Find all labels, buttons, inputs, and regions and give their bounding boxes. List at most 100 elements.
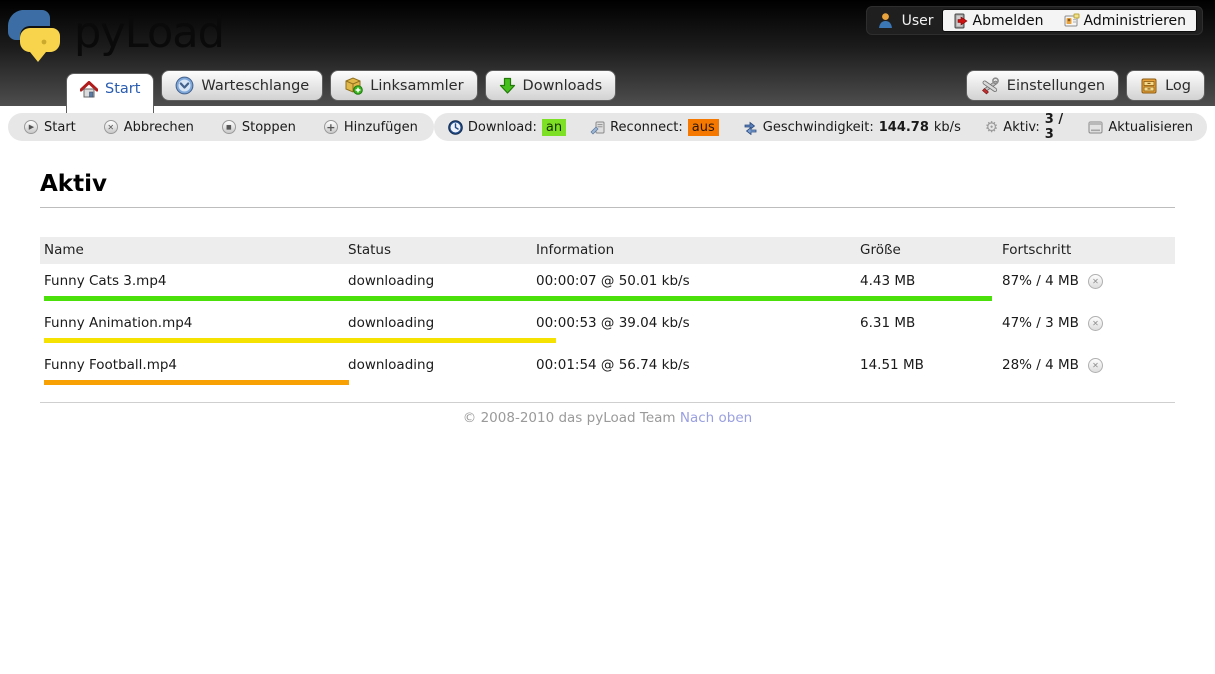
speed-label: Geschwindigkeit:: [763, 120, 874, 135]
table-header-row: Name Status Information Größe Fortschrit…: [40, 237, 1175, 264]
admin-label: Administrieren: [1084, 13, 1186, 29]
pyload-logo-icon: [8, 2, 70, 64]
speed-value: 144.78: [879, 120, 929, 135]
page-title: Aktiv: [40, 171, 1175, 197]
download-arrow-icon: [499, 77, 516, 95]
file-info: 00:00:07 @ 50.01 kb/s: [532, 273, 856, 289]
active-downloads-table: Name Status Information Größe Fortschrit…: [40, 237, 1175, 385]
column-header-size: Größe: [856, 242, 998, 258]
reconnect-status-label: Reconnect:: [610, 120, 683, 135]
tab-start[interactable]: Start: [66, 73, 154, 113]
file-info: 00:00:53 @ 39.04 kb/s: [532, 315, 856, 331]
abort-download-icon[interactable]: [1088, 358, 1103, 373]
column-header-status: Status: [344, 242, 532, 258]
progress-bar: [44, 380, 349, 385]
reconnect-icon: [590, 120, 605, 135]
settings-tools-icon: [980, 76, 1000, 96]
column-header-progress: Fortschritt: [998, 242, 1175, 258]
refresh-icon: [1088, 121, 1103, 134]
clock-icon: [448, 120, 463, 135]
table-row: Funny Animation.mp4 downloading 00:00:53…: [40, 306, 1175, 343]
user-icon: [877, 12, 894, 29]
file-status: downloading: [344, 315, 532, 331]
home-icon: [80, 81, 98, 98]
tab-log[interactable]: Log: [1126, 70, 1205, 101]
add-button[interactable]: Hinzufügen: [324, 120, 418, 135]
tab-start-label: Start: [105, 81, 140, 97]
copyright-text: © 2008-2010 das pyLoad Team: [463, 410, 676, 426]
log-drawer-icon: [1140, 77, 1158, 95]
page-footer: © 2008-2010 das pyLoad Team Nach oben: [40, 402, 1175, 436]
speed-status: Geschwindigkeit: 144.78 kb/s: [743, 120, 961, 135]
logout-button[interactable]: Abmelden: [943, 10, 1054, 31]
start-downloads-button[interactable]: Start: [24, 120, 76, 135]
status-toolbar: Download: an Reconnect: aus Geschwindigk…: [434, 113, 1207, 141]
cancel-icon: [104, 120, 118, 134]
tab-settings-label: Einstellungen: [1007, 78, 1105, 94]
column-header-name: Name: [40, 242, 344, 258]
file-status: downloading: [344, 357, 532, 373]
tab-collector-label: Linksammler: [370, 78, 463, 94]
user-area: User Abmelden Administr: [866, 6, 1203, 35]
abort-download-icon[interactable]: [1088, 316, 1103, 331]
file-name: Funny Football.mp4: [40, 357, 344, 373]
speed-transfer-icon: [743, 120, 758, 135]
file-progress-text: 87% / 4 MB: [1002, 273, 1079, 289]
tab-queue[interactable]: Warteschlange: [161, 70, 323, 101]
tab-queue-label: Warteschlange: [201, 78, 309, 94]
start-downloads-label: Start: [44, 120, 76, 135]
file-size: 4.43 MB: [856, 273, 998, 289]
tab-collector[interactable]: Linksammler: [330, 70, 477, 101]
active-status: ⚙ Aktiv: 3 / 3: [985, 112, 1065, 142]
stop-button[interactable]: Stoppen: [222, 120, 296, 135]
refresh-button[interactable]: Aktualisieren: [1088, 120, 1193, 135]
reconnect-status[interactable]: Reconnect: aus: [590, 119, 719, 136]
file-progress-text: 28% / 4 MB: [1002, 357, 1079, 373]
file-info: 00:01:54 @ 56.74 kb/s: [532, 357, 856, 373]
gear-icon: ⚙: [985, 120, 998, 135]
file-size: 14.51 MB: [856, 357, 998, 373]
package-plus-icon: [344, 76, 363, 95]
tab-settings[interactable]: Einstellungen: [966, 70, 1119, 101]
download-status[interactable]: Download: an: [448, 119, 566, 136]
file-status: downloading: [344, 273, 532, 289]
stop-icon: [222, 120, 236, 134]
download-status-badge: an: [542, 119, 566, 136]
queue-clock-icon: [175, 76, 194, 95]
action-toolbar: Start Abbrechen Stoppen Hinzufügen: [8, 113, 434, 141]
tab-log-label: Log: [1165, 78, 1191, 94]
session-button-group: Abmelden Administrieren: [942, 9, 1197, 32]
brand-name: pyLoad: [74, 3, 224, 63]
progress-bar: [44, 296, 992, 301]
pyload-logo: pyLoad: [8, 2, 224, 64]
table-row: Funny Football.mp4 downloading 00:01:54 …: [40, 348, 1175, 385]
back-to-top-link[interactable]: Nach oben: [680, 410, 752, 426]
progress-bar: [44, 338, 556, 343]
cancel-button[interactable]: Abbrechen: [104, 120, 194, 135]
add-label: Hinzufügen: [344, 120, 418, 135]
stop-label: Stoppen: [242, 120, 296, 135]
speed-unit: kb/s: [934, 120, 961, 135]
abort-download-icon[interactable]: [1088, 274, 1103, 289]
file-name: Funny Animation.mp4: [40, 315, 344, 331]
app-header: pyLoad User Abmelden: [0, 0, 1215, 106]
plus-icon: [324, 120, 338, 134]
refresh-label: Aktualisieren: [1108, 120, 1193, 135]
tab-downloads[interactable]: Downloads: [485, 70, 617, 101]
column-header-information: Information: [532, 242, 856, 258]
download-status-label: Download:: [468, 120, 537, 135]
file-size: 6.31 MB: [856, 315, 998, 331]
file-progress-text: 47% / 3 MB: [1002, 315, 1079, 331]
user-name: User: [902, 13, 934, 29]
main-content: Aktiv Name Status Information Größe Fort…: [0, 171, 1215, 436]
toolbar-row: Start Abbrechen Stoppen Hinzufügen Downl…: [0, 106, 1215, 147]
admin-icon: [1064, 13, 1080, 29]
title-divider: [40, 207, 1175, 208]
file-name: Funny Cats 3.mp4: [40, 273, 344, 289]
tab-bar: Start Warteschlange Linksammler: [66, 70, 1205, 106]
reconnect-status-badge: aus: [688, 119, 719, 136]
admin-button[interactable]: Administrieren: [1054, 10, 1196, 31]
logout-label: Abmelden: [973, 13, 1044, 29]
tab-downloads-label: Downloads: [523, 78, 603, 94]
logout-icon: [953, 13, 969, 29]
